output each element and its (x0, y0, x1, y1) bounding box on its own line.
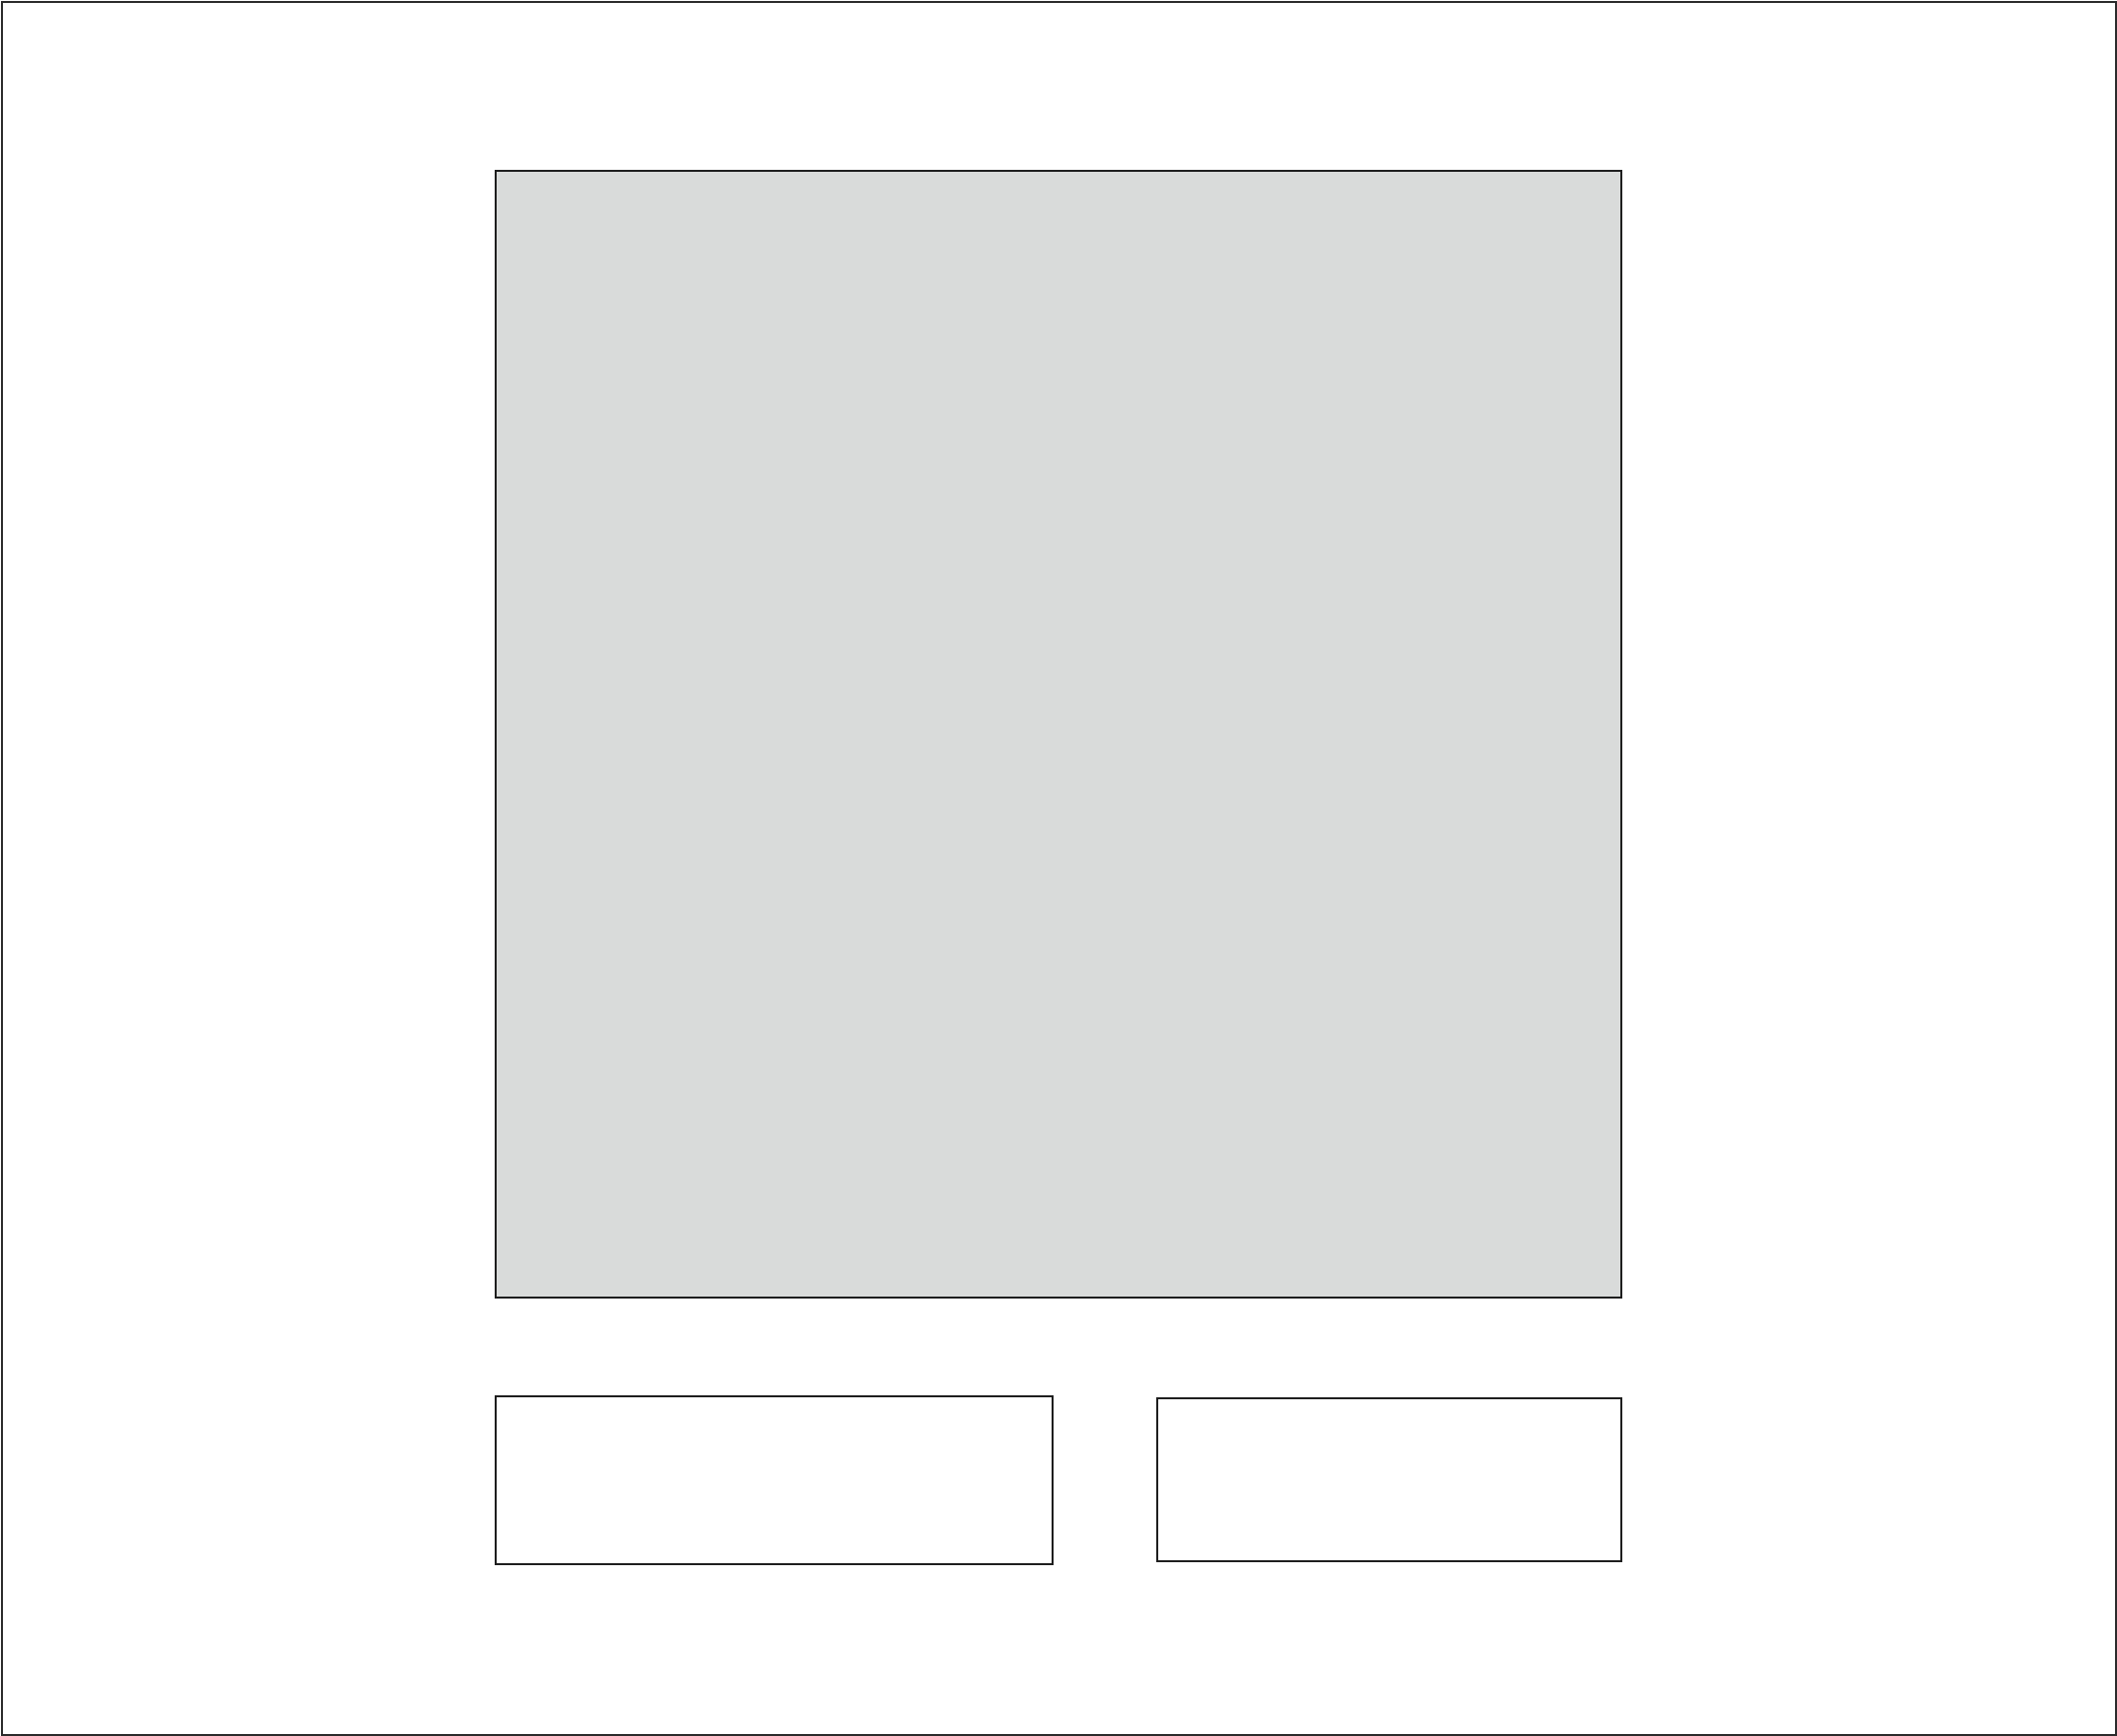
main-panel (495, 170, 1622, 1299)
lower-right-box (1156, 1397, 1622, 1562)
lower-left-box (495, 1395, 1054, 1565)
